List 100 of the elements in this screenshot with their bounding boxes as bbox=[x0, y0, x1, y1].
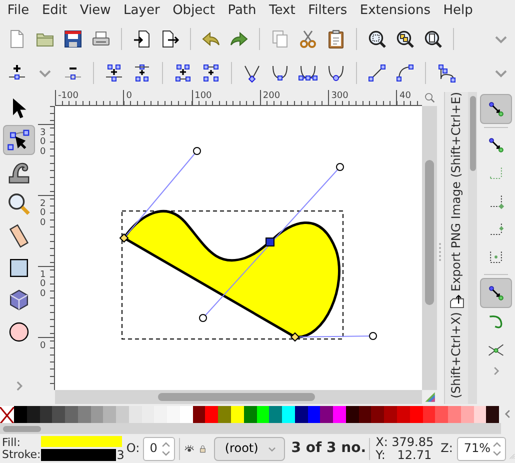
color-swatch[interactable] bbox=[167, 406, 180, 423]
color-swatch[interactable] bbox=[154, 406, 168, 423]
scrollbar-thumb[interactable] bbox=[425, 160, 434, 305]
color-swatch[interactable] bbox=[128, 406, 142, 423]
menu-item[interactable]: Edit bbox=[36, 1, 74, 21]
color-swatch[interactable] bbox=[78, 406, 91, 423]
menu-item[interactable]: Layer bbox=[117, 1, 166, 21]
color-swatch[interactable] bbox=[14, 406, 27, 423]
color-swatch[interactable] bbox=[308, 406, 320, 423]
scrollbar-thumb[interactable] bbox=[158, 393, 315, 401]
layer-dropdown[interactable]: (root) bbox=[214, 436, 286, 460]
object-to-path-icon[interactable] bbox=[436, 63, 456, 83]
color-swatch[interactable] bbox=[474, 406, 486, 423]
color-swatch[interactable] bbox=[142, 406, 154, 423]
x-value: 379.85 bbox=[392, 436, 432, 448]
color-swatch[interactable] bbox=[333, 406, 346, 423]
color-swatch[interactable] bbox=[282, 406, 295, 423]
color-swatch[interactable] bbox=[231, 406, 244, 423]
save-icon[interactable] bbox=[63, 29, 83, 49]
menu-item[interactable]: Extensions bbox=[353, 1, 437, 21]
menu-item[interactable]: View bbox=[74, 1, 118, 21]
node-handle[interactable] bbox=[193, 147, 201, 155]
menu-item[interactable]: Text bbox=[262, 1, 302, 21]
color-swatch[interactable] bbox=[205, 406, 218, 423]
auto-smooth-icon[interactable] bbox=[326, 63, 346, 83]
path-node[interactable] bbox=[290, 332, 300, 342]
color-swatch[interactable] bbox=[103, 406, 116, 423]
cube-icon bbox=[7, 288, 31, 312]
node-handle[interactable] bbox=[336, 163, 344, 171]
opacity-field[interactable]: 0 bbox=[142, 436, 176, 460]
color-swatch[interactable] bbox=[460, 406, 474, 423]
dock-tab[interactable]: (Shift+Ctrl+X) bbox=[449, 312, 464, 398]
color-swatch[interactable] bbox=[40, 406, 52, 423]
no-paint-swatch[interactable] bbox=[0, 406, 14, 423]
zoom-drawing-icon[interactable] bbox=[395, 29, 415, 49]
color-management-icon[interactable] bbox=[424, 391, 436, 403]
break-path-icon[interactable] bbox=[132, 63, 152, 83]
color-swatch[interactable] bbox=[116, 406, 129, 423]
join-segment-icon[interactable] bbox=[173, 63, 193, 83]
paste-icon[interactable] bbox=[326, 29, 346, 49]
color-swatch[interactable] bbox=[256, 406, 270, 423]
duplicate-icon[interactable] bbox=[270, 29, 290, 49]
color-swatch[interactable] bbox=[384, 406, 397, 423]
stroke-width-value: 3 bbox=[116, 448, 124, 462]
color-swatch[interactable] bbox=[269, 406, 282, 423]
ruler-label: 300 bbox=[40, 129, 47, 158]
scrollbar-thumb[interactable] bbox=[470, 96, 476, 171]
scrollbar-thumb[interactable] bbox=[3, 426, 41, 432]
color-swatch[interactable] bbox=[410, 406, 422, 423]
color-swatch[interactable] bbox=[358, 406, 372, 423]
cut-icon[interactable] bbox=[298, 29, 318, 49]
node-snap-button[interactable] bbox=[480, 278, 512, 308]
color-swatch[interactable] bbox=[52, 406, 66, 423]
delete-segment-icon[interactable] bbox=[201, 63, 221, 83]
color-swatch[interactable] bbox=[192, 406, 206, 423]
zoom-selection-icon[interactable] bbox=[367, 29, 387, 49]
node-handle[interactable] bbox=[369, 332, 377, 340]
color-swatch[interactable] bbox=[294, 406, 308, 423]
color-swatch[interactable] bbox=[371, 406, 384, 423]
menu-item[interactable]: File bbox=[1, 1, 36, 21]
node-tool-button[interactable] bbox=[3, 125, 35, 155]
redo-icon[interactable] bbox=[229, 29, 249, 49]
dock-tab[interactable]: Export PNG Image (Shift+Ctrl+E) bbox=[449, 92, 464, 292]
ruler-label: 100 bbox=[194, 92, 212, 101]
undo-icon[interactable] bbox=[201, 29, 221, 49]
snap-toggle-button[interactable] bbox=[480, 94, 512, 124]
color-swatch[interactable] bbox=[218, 406, 232, 423]
stroke-indicator[interactable] bbox=[40, 449, 116, 462]
menu-item[interactable]: Object bbox=[166, 1, 222, 21]
zoom-field[interactable]: 71% bbox=[456, 436, 506, 460]
menu-item[interactable]: Help bbox=[436, 1, 480, 21]
zoom-icon[interactable] bbox=[424, 92, 436, 104]
import-icon[interactable] bbox=[132, 29, 152, 49]
color-swatch[interactable] bbox=[396, 406, 410, 423]
curve-segment-icon[interactable] bbox=[395, 63, 415, 83]
color-swatch[interactable] bbox=[26, 406, 40, 423]
path-node[interactable] bbox=[266, 238, 274, 246]
color-swatch[interactable] bbox=[65, 406, 78, 423]
line-segment-icon[interactable] bbox=[367, 63, 387, 83]
color-swatch[interactable] bbox=[90, 406, 104, 423]
zoom-page-icon[interactable] bbox=[423, 29, 443, 49]
node-handle[interactable] bbox=[199, 314, 207, 322]
color-swatch[interactable] bbox=[435, 406, 448, 423]
export-icon[interactable] bbox=[160, 29, 180, 49]
color-swatch[interactable] bbox=[422, 406, 436, 423]
color-swatch[interactable] bbox=[244, 406, 257, 423]
path-node[interactable] bbox=[119, 233, 129, 243]
color-swatch[interactable] bbox=[180, 406, 193, 423]
symmetric-node-icon[interactable] bbox=[298, 63, 318, 83]
color-swatch[interactable] bbox=[448, 406, 461, 423]
color-swatch[interactable] bbox=[320, 406, 334, 423]
menu-item[interactable]: Filters bbox=[302, 1, 354, 21]
menu-item[interactable]: Path bbox=[221, 1, 263, 21]
color-swatch[interactable] bbox=[346, 406, 359, 423]
smooth-node-icon[interactable] bbox=[270, 63, 290, 83]
join-nodes-icon[interactable] bbox=[104, 63, 124, 83]
ruler-label: 40 bbox=[399, 92, 411, 101]
color-swatch[interactable] bbox=[486, 406, 500, 423]
ruler-label: 100 bbox=[40, 271, 47, 300]
cusp-node-icon[interactable] bbox=[242, 63, 262, 83]
